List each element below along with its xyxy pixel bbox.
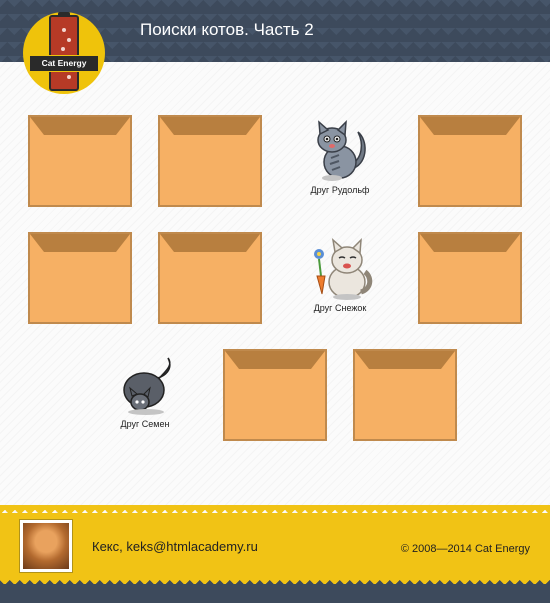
dark-cat-icon bbox=[123, 357, 171, 415]
footer-edge bbox=[0, 505, 550, 513]
bottle-icon bbox=[49, 15, 79, 91]
envelope-flap bbox=[420, 117, 520, 135]
footer-bottom-edge bbox=[0, 580, 550, 588]
envelope-flap bbox=[160, 117, 260, 135]
bubble bbox=[61, 47, 65, 51]
hidden-card[interactable] bbox=[223, 349, 327, 441]
hidden-card[interactable] bbox=[28, 115, 132, 207]
envelope-flap bbox=[30, 117, 130, 135]
logo-text: Cat Energy bbox=[30, 56, 98, 71]
avatar[interactable] bbox=[20, 520, 72, 572]
bubble bbox=[62, 28, 66, 32]
friend-name: Друг Семен bbox=[120, 419, 170, 429]
envelope-flap bbox=[355, 351, 455, 369]
envelope-flap bbox=[420, 234, 520, 252]
friend-card-rudolf[interactable]: Друг Рудольф bbox=[288, 118, 392, 195]
white-cat-with-flower-icon bbox=[314, 238, 373, 300]
envelope-flap bbox=[225, 351, 325, 369]
page-title: Поиски котов. Часть 2 bbox=[140, 20, 314, 39]
friend-name: Друг Рудольф bbox=[310, 185, 370, 195]
user-info: Кекс, keks@htmlacademy.ru bbox=[92, 539, 258, 554]
footer: Кекс, keks@htmlacademy.ru © 2008—2014 Ca… bbox=[0, 513, 550, 584]
envelope-flap bbox=[160, 234, 260, 252]
hidden-card[interactable] bbox=[418, 115, 522, 207]
bubble bbox=[67, 38, 71, 42]
envelope-flap bbox=[30, 234, 130, 252]
cat-energy-logo[interactable]: Cat Energy bbox=[23, 12, 105, 94]
hidden-card[interactable] bbox=[158, 232, 262, 324]
friend-card-snezhok[interactable]: Друг Снежок bbox=[288, 236, 392, 313]
hidden-card[interactable] bbox=[418, 232, 522, 324]
hidden-card[interactable] bbox=[353, 349, 457, 441]
gray-cat-icon bbox=[317, 120, 366, 181]
hidden-card[interactable] bbox=[158, 115, 262, 207]
friend-name: Друг Снежок bbox=[313, 303, 367, 313]
hidden-card[interactable] bbox=[28, 232, 132, 324]
copyright: © 2008—2014 Cat Energy bbox=[400, 543, 530, 555]
bubble bbox=[67, 75, 71, 79]
friend-card-semen[interactable]: Друг Семен bbox=[93, 352, 197, 429]
